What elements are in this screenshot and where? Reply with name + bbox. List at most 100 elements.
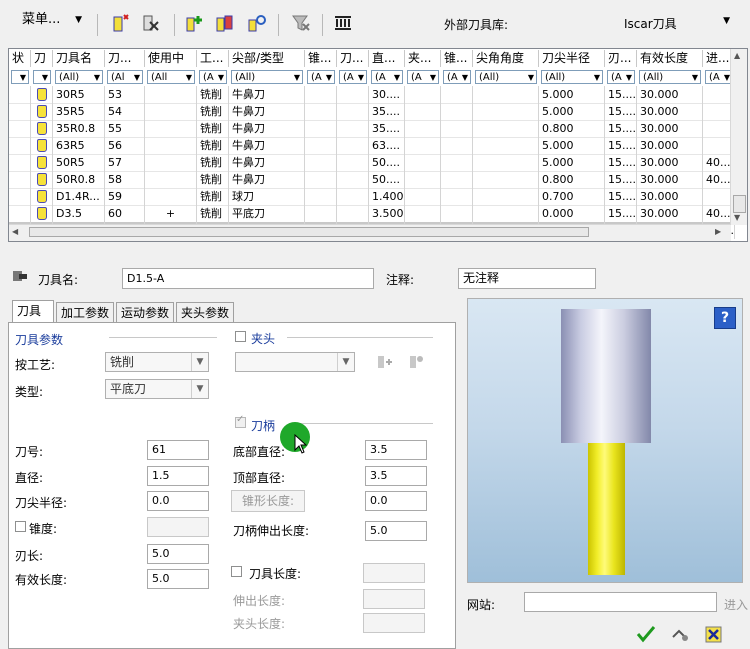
table-row[interactable]: 50R5 57 铣削 牛鼻刀 50.... 5.000 15.... 30.000 40....: [9, 154, 735, 172]
copy-tool-icon[interactable]: [184, 12, 206, 34]
chuck-add-icon[interactable]: [375, 353, 393, 371]
diameter-input[interactable]: 1.5: [147, 466, 209, 486]
column-filter[interactable]: (Al ▼: [107, 70, 143, 84]
edge-length-input[interactable]: 5.0: [147, 544, 209, 564]
column-header[interactable]: 状: [9, 50, 31, 67]
effective-length-input[interactable]: 5.0: [147, 569, 209, 589]
vertical-scrollbar[interactable]: ▲ ▼: [730, 49, 747, 225]
column-filter[interactable]: (All) ▼: [231, 70, 303, 84]
scroll-left-icon[interactable]: ◀: [12, 227, 18, 236]
table-row[interactable]: 35R0.8 55 铣削 牛鼻刀 35.... 0.800 15.... 30.000: [9, 120, 735, 138]
table-row[interactable]: 35R5 54 铣削 牛鼻刀 35.... 5.000 15.... 30.000: [9, 103, 735, 121]
shank-checkbox[interactable]: ✓: [235, 414, 246, 428]
column-filter[interactable]: (A ▼: [199, 70, 227, 84]
type-select[interactable]: 平底刀 ▼: [105, 379, 209, 399]
tab-machining-params[interactable]: 加工参数: [56, 302, 114, 322]
menu-dropdown[interactable]: 菜单... ▼: [8, 9, 90, 31]
column-filter[interactable]: (All) ▼: [55, 70, 103, 84]
column-filter[interactable]: (All) ▼: [475, 70, 537, 84]
table-row[interactable]: D1.4R... 59 铣削 球刀 1.400 0.700 15.... 30.000: [9, 188, 735, 206]
column-filter[interactable]: (A ▼: [371, 70, 403, 84]
chuck-length-input[interactable]: [363, 613, 425, 633]
tip-radius-input[interactable]: 0.0: [147, 491, 209, 511]
shank-ext-input[interactable]: 5.0: [365, 521, 427, 541]
column-header[interactable]: 尖部/类型: [229, 50, 305, 67]
top-dia-input[interactable]: 3.5: [365, 466, 427, 486]
column-header[interactable]: 使用中: [145, 50, 197, 67]
tool-length-input[interactable]: [363, 563, 425, 583]
clear-filter-icon[interactable]: [290, 12, 312, 34]
table-row[interactable]: D3.5 60 + 铣削 平底刀 3.500 0.000 15.... 30.000 40....: [9, 205, 735, 223]
table-row[interactable]: 63R5 56 铣削 牛鼻刀 63.... 5.000 15.... 30.000: [9, 137, 735, 155]
column-header[interactable]: 锥...: [441, 50, 473, 67]
column-header[interactable]: 刀...: [337, 50, 369, 67]
process-select[interactable]: 铣削 ▼: [105, 352, 209, 372]
column-filter[interactable]: (All ▼: [147, 70, 195, 84]
tool-length-checkbox[interactable]: [231, 566, 242, 577]
delete-tool-icon[interactable]: [140, 12, 162, 34]
new-tool-icon[interactable]: [110, 12, 132, 34]
column-filter-value: (A: [709, 72, 720, 83]
column-filter[interactable]: ▼: [33, 70, 51, 84]
column-header[interactable]: 刀具名: [53, 50, 105, 67]
column-header[interactable]: 直...: [369, 50, 405, 67]
library-select[interactable]: Iscar刀具 ▼: [600, 12, 740, 34]
chuck-edit-icon[interactable]: [407, 353, 425, 371]
scroll-thumb[interactable]: [29, 227, 589, 237]
tool-no-input[interactable]: 61: [147, 440, 209, 460]
taper-checkbox[interactable]: [15, 521, 26, 532]
column-header[interactable]: 尖角角度: [473, 50, 539, 67]
horizontal-scrollbar[interactable]: ◀ ▶: [9, 224, 731, 241]
website-input[interactable]: [524, 592, 717, 612]
scroll-right-icon[interactable]: ▶: [715, 227, 721, 236]
note-input[interactable]: 无注释: [458, 268, 596, 289]
process-label: 按工艺:: [15, 358, 56, 372]
scroll-up-icon[interactable]: ▲: [734, 51, 740, 60]
column-filter[interactable]: (All) ▼: [639, 70, 701, 84]
table-cell: 铣削: [197, 154, 229, 171]
column-filter[interactable]: (A ▼: [705, 70, 733, 84]
chuck-checkbox[interactable]: [235, 331, 246, 342]
cancel-icon[interactable]: [704, 624, 724, 644]
column-header[interactable]: 刃...: [605, 50, 637, 67]
go-button[interactable]: 进入: [724, 596, 748, 613]
column-filter[interactable]: (A ▼: [607, 70, 635, 84]
help-button[interactable]: ?: [714, 307, 736, 329]
tab-motion-params[interactable]: 运动参数: [116, 302, 174, 322]
taper-input[interactable]: [147, 517, 209, 537]
column-filter[interactable]: (A ▼: [307, 70, 335, 84]
refresh-tool-icon[interactable]: [246, 12, 268, 34]
column-filter[interactable]: ▼: [11, 70, 29, 84]
ok-check-icon[interactable]: [636, 625, 656, 643]
table-row[interactable]: 30R5 53 铣削 牛鼻刀 30.... 5.000 15.... 30.000: [9, 86, 735, 104]
taper-length-button[interactable]: 锥形长度:: [231, 490, 305, 512]
scroll-thumb[interactable]: [733, 195, 746, 213]
tab-tool[interactable]: 刀具: [12, 300, 54, 323]
table-cell: [305, 120, 337, 137]
column-filter-value: (A: [447, 72, 458, 83]
apply-icon[interactable]: [670, 625, 690, 643]
table-row[interactable]: 50R0.8 58 铣削 牛鼻刀 50.... 0.800 15.... 30.000 40..…: [9, 171, 735, 189]
chuck-select[interactable]: ▼: [235, 352, 355, 372]
column-header[interactable]: 刀...: [105, 50, 145, 67]
column-header[interactable]: 有效长度: [637, 50, 703, 67]
column-header[interactable]: 夹...: [405, 50, 441, 67]
column-header[interactable]: 工...: [197, 50, 229, 67]
column-header[interactable]: 刀: [31, 50, 53, 67]
column-filter[interactable]: (A ▼: [339, 70, 367, 84]
scroll-down-icon[interactable]: ▼: [734, 213, 740, 222]
column-filter[interactable]: (All) ▼: [541, 70, 603, 84]
column-header[interactable]: 锥...: [305, 50, 337, 67]
taper-length-input[interactable]: 0.0: [365, 491, 427, 511]
column-filter[interactable]: (A ▼: [443, 70, 471, 84]
table-cell: [9, 86, 31, 103]
chevron-down-icon: ▼: [691, 73, 698, 82]
tool-name-input[interactable]: D1.5-A: [122, 268, 374, 289]
extension-length-input[interactable]: [363, 589, 425, 609]
column-header[interactable]: 刀尖半径: [539, 50, 605, 67]
import-tool-icon[interactable]: [214, 12, 236, 34]
column-filter[interactable]: (A ▼: [407, 70, 439, 84]
tab-chuck-params[interactable]: 夹头参数: [176, 302, 234, 322]
bottom-dia-input[interactable]: 3.5: [365, 440, 427, 460]
columns-icon[interactable]: [332, 12, 354, 34]
